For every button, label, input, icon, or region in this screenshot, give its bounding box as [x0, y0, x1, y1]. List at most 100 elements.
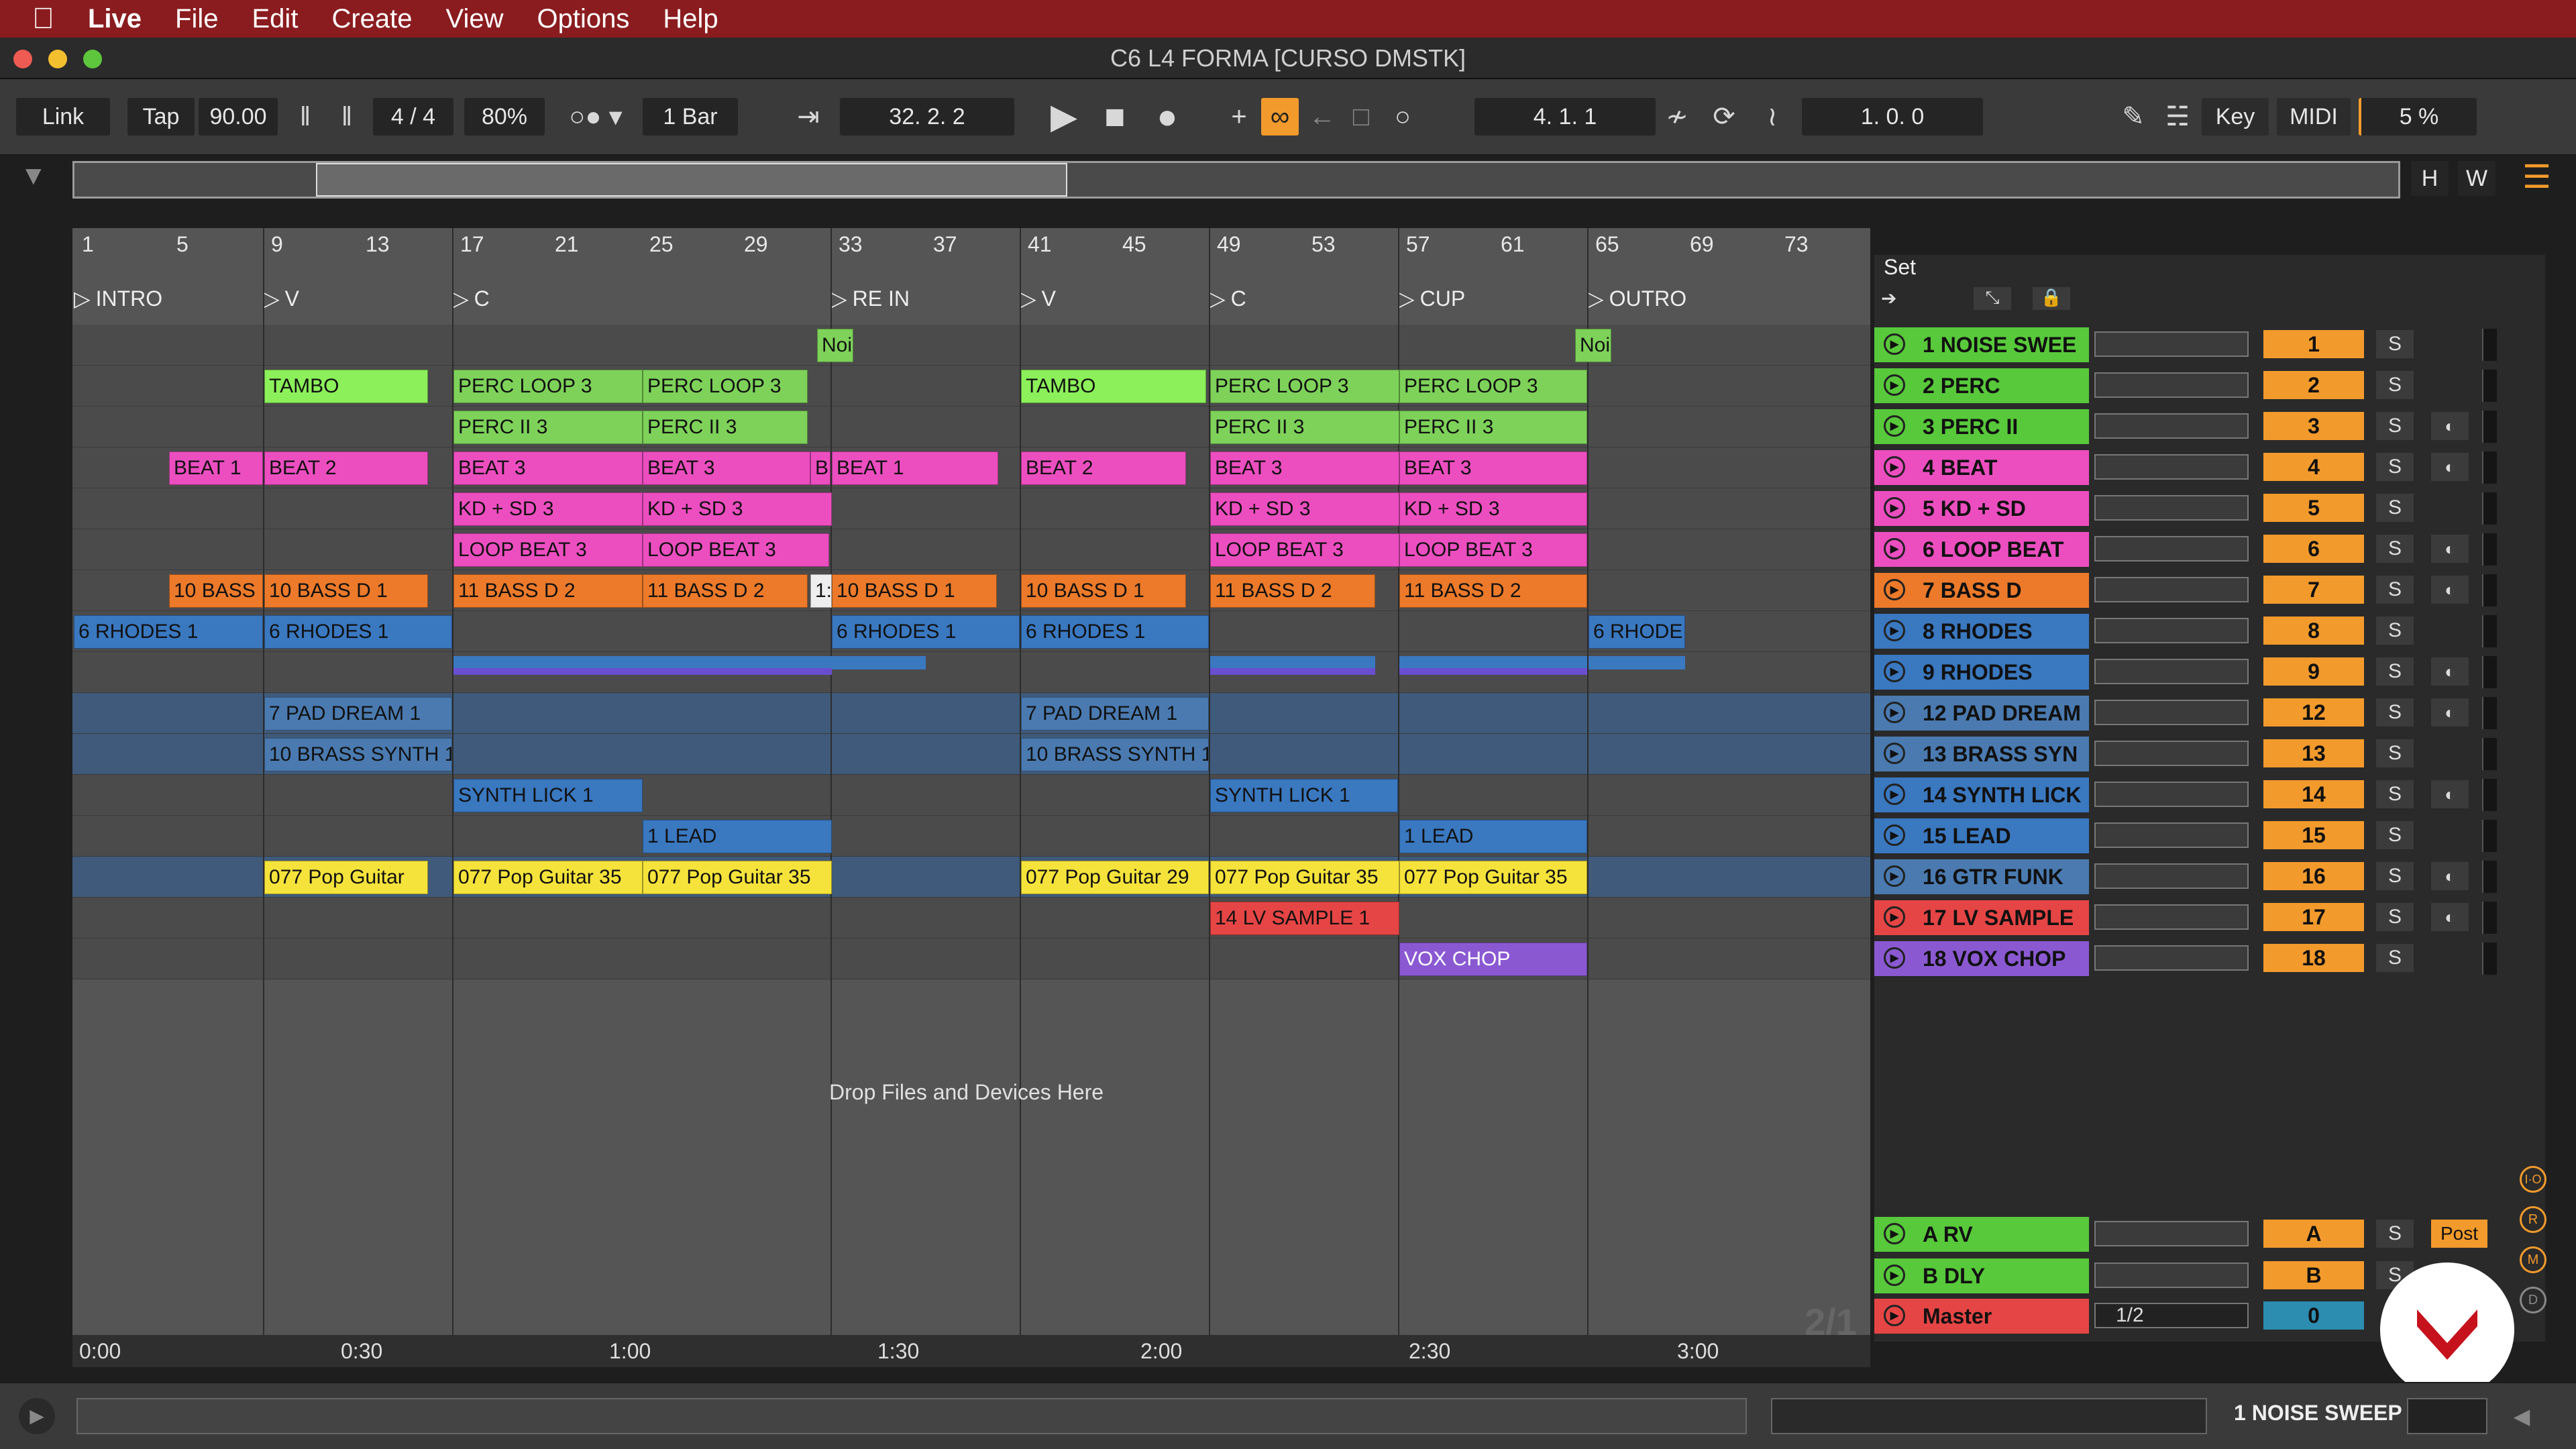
monitor-icon[interactable]: ◐	[2431, 780, 2469, 808]
clip-bass[interactable]: 10 BASS D 1	[832, 574, 997, 608]
locator-v-1[interactable]: V	[263, 286, 299, 311]
solo-button[interactable]: S	[2376, 1220, 2414, 1248]
volume-fader[interactable]	[2094, 577, 2249, 602]
play-icon[interactable]: ▶	[1884, 579, 1905, 600]
clip-lv-sample[interactable]: 14 LV SAMPLE 1	[1210, 902, 1399, 935]
overview-viewport[interactable]	[316, 163, 1067, 197]
track-activator[interactable]: 6	[2263, 535, 2364, 563]
solo-button[interactable]: S	[2376, 903, 2414, 931]
lane-17[interactable]	[72, 898, 1870, 938]
clip-loop-beat[interactable]: LOOP BEAT 3	[1399, 533, 1587, 567]
track-activator[interactable]: 17	[2263, 903, 2364, 931]
lane-6[interactable]	[72, 529, 1870, 570]
quantize-menu[interactable]: 1 Bar	[643, 98, 738, 136]
track-activator[interactable]: 3	[2263, 412, 2364, 440]
track-name[interactable]: ▶ 13 BRASS SYN	[1874, 737, 2089, 771]
clip-synth-lick[interactable]: SYNTH LICK 1	[1210, 779, 1398, 812]
clip-lead[interactable]: 1 LEAD	[643, 820, 832, 853]
track-activator[interactable]: 12	[2263, 698, 2364, 727]
clip-noise-sweep[interactable]: Noi	[1575, 329, 1611, 362]
solo-button[interactable]: S	[2376, 821, 2414, 849]
solo-button[interactable]: S	[2376, 657, 2414, 686]
clip-rhodes-folded[interactable]	[1589, 656, 1685, 669]
clip-beat[interactable]: BEAT 2	[1021, 451, 1186, 485]
loop-length-field[interactable]: 1. 0. 0	[1802, 98, 1983, 136]
track-name[interactable]: ▶ 2 PERC	[1874, 368, 2089, 403]
mixer-icon[interactable]: M	[2520, 1246, 2546, 1273]
play-icon[interactable]: ▶	[1884, 497, 1905, 519]
volume-fader[interactable]	[2094, 618, 2249, 643]
arrangement-overview[interactable]	[72, 161, 2400, 199]
volume-fader[interactable]	[2094, 372, 2249, 398]
clip-perc-loop[interactable]: PERC LOOP 3	[1399, 370, 1587, 403]
volume-fader[interactable]	[2094, 495, 2249, 521]
clip-brass-synth[interactable]: 10 BRASS SYNTH 1	[1021, 738, 1209, 771]
monitor-icon[interactable]: ◐	[2431, 412, 2469, 440]
quantization-menu[interactable]: 1/2	[2094, 1303, 2249, 1328]
clip-kd-sd[interactable]: KD + SD 3	[1399, 492, 1587, 526]
track-activator[interactable]: B	[2263, 1261, 2364, 1289]
monitor-icon[interactable]: ◐	[2431, 657, 2469, 686]
detail-view-icon[interactable]: ◀	[2504, 1398, 2540, 1434]
play-icon[interactable]: ▶	[1884, 1223, 1905, 1244]
volume-fader[interactable]	[2094, 945, 2249, 971]
track-activator[interactable]: 7	[2263, 576, 2364, 604]
punch-out-icon[interactable]: ≀	[1752, 98, 1792, 136]
play-icon[interactable]: ▶	[1884, 702, 1905, 723]
track-activator[interactable]: 16	[2263, 862, 2364, 890]
play-icon[interactable]: ▶	[1884, 374, 1905, 396]
tempo-field[interactable]: 90.00	[199, 98, 278, 136]
time-ruler[interactable]: 0:00 0:30 1:00 1:30 2:00 2:30 3:00	[72, 1335, 1870, 1367]
clip-pop-guitar[interactable]: 077 Pop Guitar 35	[453, 861, 643, 894]
clip-tambo[interactable]: TAMBO	[1021, 370, 1206, 403]
track-activator[interactable]: A	[2263, 1220, 2364, 1248]
lane-18[interactable]	[72, 938, 1870, 979]
menu-edit[interactable]: Edit	[252, 4, 299, 34]
play-icon[interactable]: ▶	[1884, 824, 1905, 846]
clip-pop-guitar[interactable]: 077 Pop Guitar	[264, 861, 428, 894]
clip-brass-synth[interactable]: 10 BRASS SYNTH 1	[264, 738, 452, 771]
lane-3[interactable]	[72, 407, 1870, 447]
track-name[interactable]: ▶ 1 NOISE SWEE	[1874, 327, 2089, 362]
post-button[interactable]: Post	[2431, 1220, 2487, 1248]
track-header[interactable]: ▶ 13 BRASS SYN 13 S	[1874, 737, 2545, 771]
track-name[interactable]: ▶ 6 LOOP BEAT	[1874, 532, 2089, 567]
track-activator[interactable]: 1	[2263, 330, 2364, 358]
track-activator[interactable]: 13	[2263, 739, 2364, 767]
apple-icon[interactable]: 	[32, 2, 54, 36]
clip-loop-beat[interactable]: LOOP BEAT 3	[1210, 533, 1399, 567]
tap-button[interactable]: Tap	[127, 98, 195, 136]
clip-rhodes[interactable]: 6 RHODES 1	[1021, 615, 1209, 649]
track-activator[interactable]: 9	[2263, 657, 2364, 686]
clip-lead[interactable]: 1 LEAD	[1399, 820, 1587, 853]
computer-keyboard-icon[interactable]: ☵	[2157, 98, 2198, 136]
volume-fader[interactable]	[2094, 1221, 2249, 1246]
track-activator[interactable]: 18	[2263, 944, 2364, 972]
track-name[interactable]: ▶ Master	[1874, 1299, 2089, 1334]
overview-w-button[interactable]: W	[2458, 161, 2496, 196]
track-name[interactable]: ▶ 15 LEAD	[1874, 818, 2089, 853]
play-icon[interactable]: ▶	[1044, 98, 1084, 136]
automation-arm-icon[interactable]: ∞	[1261, 98, 1299, 136]
arrangement-position[interactable]: 32. 2. 2	[840, 98, 1014, 136]
track-header[interactable]: ▶ 9 RHODES 9 S ◐	[1874, 655, 2545, 690]
time-signature-field[interactable]: 4 / 4	[373, 98, 453, 136]
punch-in-icon[interactable]: ≁	[1657, 98, 1697, 136]
solo-button[interactable]: S	[2376, 330, 2414, 358]
solo-button[interactable]: S	[2376, 535, 2414, 563]
clip-rhodes[interactable]: 6 RHODE	[1589, 615, 1685, 649]
track-name[interactable]: ▶ 7 BASS D	[1874, 573, 2089, 608]
session-record-icon[interactable]: ○	[1386, 98, 1419, 136]
monitor-icon[interactable]: ◐	[2431, 903, 2469, 931]
overview-h-button[interactable]: H	[2411, 161, 2449, 196]
track-header[interactable]: ▶ 4 BEAT 4 S ◐	[1874, 450, 2545, 485]
clip-beat[interactable]: BEAT 3	[453, 451, 643, 485]
clip-tambo[interactable]: TAMBO	[264, 370, 428, 403]
clip-beat[interactable]: BEAT 1	[169, 451, 263, 485]
track-name[interactable]: ▶ 5 KD + SD	[1874, 491, 2089, 526]
play-icon[interactable]: ▶	[1884, 333, 1905, 355]
volume-fader[interactable]	[2094, 454, 2249, 480]
locator-c-2[interactable]: C	[1209, 286, 1246, 311]
volume-fader[interactable]	[2094, 1263, 2249, 1288]
track-header[interactable]: ▶ 17 LV SAMPLE 17 S ◐	[1874, 900, 2545, 935]
